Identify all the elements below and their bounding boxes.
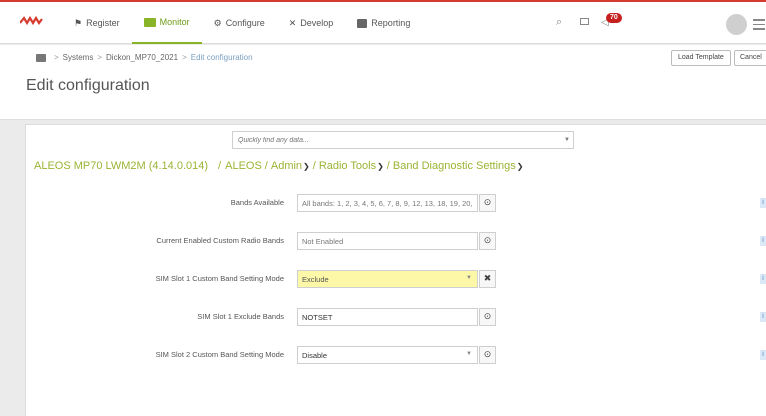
bands-available-field: All bands: 1, 2, 3, 4, 5, 6, 7, 8, 9, 12… [297, 194, 478, 212]
notification-badge: 70 [606, 13, 622, 23]
info-icon[interactable]: i [760, 350, 766, 360]
path-radio-tools[interactable]: Radio Tools [319, 160, 376, 172]
monitor-icon [143, 17, 156, 27]
path-separator: / [218, 160, 222, 172]
report-icon [357, 18, 368, 28]
nav-develop[interactable]: ✕ Develop [277, 2, 346, 44]
setting-row-sim1-mode: SIM Slot 1 Custom Band Setting Mode Excl… [0, 270, 766, 288]
select-value: Exclude [302, 275, 329, 284]
setting-row-sim1-exclude: SIM Slot 1 Exclude Bands NOTSET ⊙ i [0, 308, 766, 326]
info-icon[interactable]: i [760, 236, 766, 246]
breadcrumb: > Systems > Dickon_MP70_2021 > Edit conf… [36, 53, 253, 62]
chevron-down-icon[interactable]: ❯ [377, 162, 384, 171]
sim1-exclude-input[interactable]: NOTSET [297, 308, 478, 326]
nav-develop-label: Develop [300, 18, 334, 28]
nav-reporting[interactable]: Reporting [345, 2, 422, 44]
refresh-icon[interactable]: ⊙ [479, 308, 496, 326]
avatar[interactable] [726, 14, 747, 35]
config-path: ALEOS MP70 LWM2M (4.14.0.014) / ALEOS / … [34, 160, 523, 172]
refresh-icon[interactable]: ⊙ [479, 346, 496, 364]
setting-label: SIM Slot 1 Exclude Bands [197, 312, 284, 321]
breadcrumb-device[interactable]: Dickon_MP70_2021 [106, 53, 178, 62]
brand-logo-icon[interactable] [20, 15, 44, 27]
path-admin[interactable]: Admin [271, 160, 302, 172]
chevron-down-icon[interactable]: ❯ [303, 162, 310, 171]
path-device[interactable]: ALEOS MP70 LWM2M (4.14.0.014) [34, 160, 208, 172]
home-icon[interactable] [36, 53, 46, 62]
sim1-mode-select[interactable]: Exclude ▼ [297, 270, 478, 288]
setting-label: SIM Slot 2 Custom Band Setting Mode [155, 350, 284, 359]
setting-label: Bands Available [230, 198, 284, 207]
search-icon[interactable]: ⌕ [556, 16, 562, 29]
tools-icon: ✕ [288, 17, 297, 28]
load-template-button[interactable]: Load Template [671, 50, 731, 66]
path-separator: / [264, 160, 268, 172]
top-navigation-bar: ⚑ Register Monitor ⚙ Configure ✕ Develop… [0, 2, 766, 44]
nav-configure[interactable]: ⚙ Configure [202, 2, 277, 44]
clear-icon[interactable]: ✖ [479, 270, 496, 288]
breadcrumb-separator: > [182, 53, 187, 62]
cancel-button[interactable]: Cancel [734, 50, 766, 66]
gear-icon: ⚙ [213, 17, 222, 28]
sim2-mode-select[interactable]: Disable ▼ [297, 346, 478, 364]
refresh-icon[interactable]: ⊙ [479, 232, 496, 250]
nav-monitor-label: Monitor [159, 17, 190, 27]
chevron-down-icon[interactable]: ▼ [466, 351, 472, 357]
nav-configure-label: Configure [225, 18, 265, 28]
select-value: Disable [302, 351, 328, 360]
chevron-down-icon[interactable]: ▼ [466, 275, 472, 281]
path-separator: / [386, 160, 390, 172]
info-icon[interactable]: i [760, 274, 766, 284]
nav-register[interactable]: ⚑ Register [62, 2, 132, 44]
setting-label: SIM Slot 1 Custom Band Setting Mode [155, 274, 284, 283]
flag-icon: ⚑ [74, 17, 83, 28]
nav-monitor[interactable]: Monitor [131, 2, 202, 44]
setting-row-sim2-mode: SIM Slot 2 Custom Band Setting Mode Disa… [0, 346, 766, 364]
chevron-down-icon[interactable]: ▼ [564, 137, 570, 143]
page-title: Edit configuration [26, 77, 150, 94]
chevron-down-icon[interactable]: ❯ [517, 162, 524, 171]
main-nav: ⚑ Register Monitor ⚙ Configure ✕ Develop… [62, 2, 422, 44]
path-band-diagnostic[interactable]: Band Diagnostic Settings [393, 160, 516, 172]
nav-register-label: Register [86, 18, 120, 28]
setting-row-enabled-bands: Current Enabled Custom Radio Bands Not E… [0, 232, 766, 250]
breadcrumb-current: Edit configuration [190, 53, 253, 62]
search-input[interactable] [232, 131, 574, 149]
breadcrumb-separator: > [97, 53, 103, 62]
menu-icon[interactable] [753, 19, 765, 33]
mail-icon[interactable] [580, 18, 589, 25]
breadcrumb-separator: > [54, 53, 59, 62]
breadcrumb-systems[interactable]: Systems [63, 53, 94, 62]
enabled-bands-field: Not Enabled [297, 232, 478, 250]
refresh-icon[interactable]: ⊙ [479, 194, 496, 212]
path-separator: / [312, 160, 316, 172]
path-aleos[interactable]: ALEOS [225, 160, 262, 172]
setting-label: Current Enabled Custom Radio Bands [156, 236, 284, 245]
info-icon[interactable]: i [760, 312, 766, 322]
setting-row-bands-available: Bands Available All bands: 1, 2, 3, 4, 5… [0, 194, 766, 212]
nav-reporting-label: Reporting [371, 18, 411, 28]
info-icon[interactable]: i [760, 198, 766, 208]
